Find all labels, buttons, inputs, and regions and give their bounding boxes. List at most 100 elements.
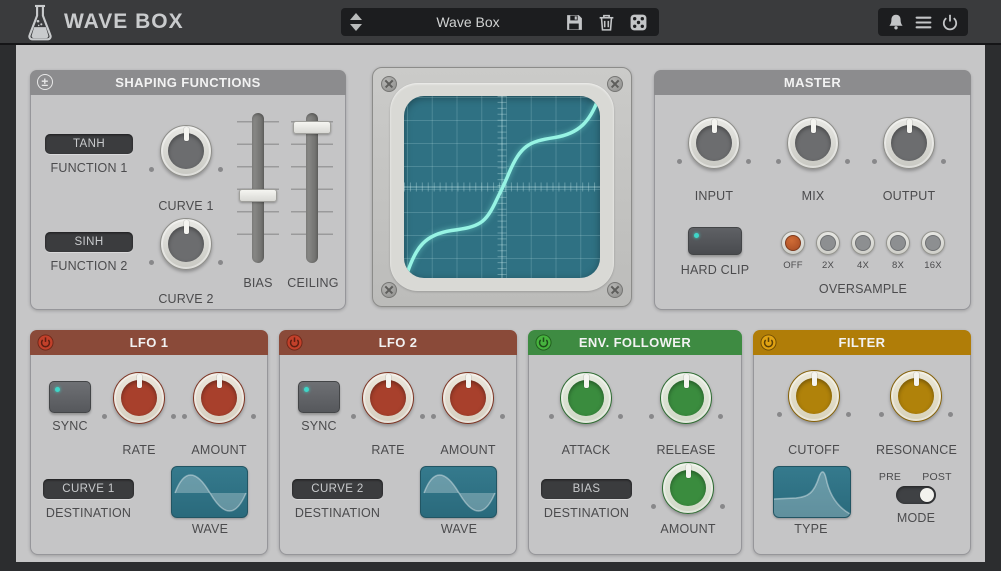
filter-type-display[interactable]	[773, 466, 851, 518]
env-amount-knob[interactable]	[662, 462, 714, 514]
oversample-2x-radio[interactable]	[816, 231, 840, 255]
resonance-knob[interactable]	[890, 370, 942, 422]
curve2-knob[interactable]	[160, 218, 212, 270]
oversample-16x-radio[interactable]	[921, 231, 945, 255]
lfo1-wave-label: WAVE	[170, 522, 250, 536]
output-knob[interactable]	[883, 117, 935, 169]
master-header: MASTER	[654, 70, 971, 95]
preset-name[interactable]: Wave Box	[371, 14, 565, 30]
lfo2-amount-label: AMOUNT	[428, 443, 508, 457]
lfo2-panel: LFO 2 SYNC RATE AMOUNT CURVE 2 DESTINATI…	[279, 330, 517, 555]
lfo1-power-icon[interactable]	[37, 334, 54, 351]
ceiling-slider-handle[interactable]	[293, 121, 331, 134]
screw-icon	[381, 76, 397, 92]
lfo2-amount-knob[interactable]	[442, 372, 494, 424]
save-icon[interactable]	[565, 13, 584, 32]
attack-label: ATTACK	[546, 443, 626, 457]
attack-knob[interactable]	[560, 372, 612, 424]
lfo1-sync-label: SYNC	[39, 419, 101, 433]
lfo1-rate-knob[interactable]	[113, 372, 165, 424]
lfo1-header: LFO 1	[30, 330, 268, 355]
ceiling-slider[interactable]	[290, 113, 334, 263]
filter-mode-toggle-knob[interactable]	[920, 488, 934, 502]
oversample-16x-label: 16X	[916, 260, 950, 271]
lfo1-rate-label: RATE	[99, 443, 179, 457]
lfo2-sync-button[interactable]	[298, 381, 340, 413]
lfo1-destination-button[interactable]: CURVE 1	[43, 479, 134, 499]
scope-bezel	[390, 83, 614, 291]
env-follower-power-icon[interactable]	[535, 334, 552, 351]
screw-icon	[607, 76, 623, 92]
release-label: RELEASE	[646, 443, 726, 457]
lfo2-wave-label: WAVE	[419, 522, 499, 536]
curve1-knob[interactable]	[160, 125, 212, 177]
oversample-label: OVERSAMPLE	[793, 282, 933, 296]
master-panel: MASTER INPUT MIX OUTPUT HARD CLIP	[654, 70, 971, 310]
lfo2-header: LFO 2	[279, 330, 517, 355]
trash-icon[interactable]	[597, 13, 616, 32]
app-title: WAVE BOX	[64, 0, 184, 43]
lfo1-sync-button[interactable]	[49, 381, 91, 413]
lfo2-destination-button[interactable]: CURVE 2	[292, 479, 383, 499]
function2-label: FUNCTION 2	[45, 259, 133, 273]
main-area: ± SHAPING FUNCTIONS TANH FUNCTION 1 CURV…	[16, 45, 985, 562]
lfo2-rate-knob[interactable]	[362, 372, 414, 424]
preset-spinner[interactable]	[341, 13, 371, 31]
filter-type-label: TYPE	[771, 522, 851, 536]
oversample-8x-radio[interactable]	[886, 231, 910, 255]
release-knob[interactable]	[660, 372, 712, 424]
bias-slider[interactable]	[236, 113, 280, 263]
lfo1-amount-knob[interactable]	[193, 372, 245, 424]
filter-power-icon[interactable]	[760, 334, 777, 351]
preset-next-icon[interactable]	[350, 24, 362, 31]
mix-knob[interactable]	[787, 117, 839, 169]
ceiling-label: CEILING	[278, 276, 348, 290]
bipolar-icon: ±	[37, 74, 53, 90]
oversample-4x-label: 4X	[846, 260, 880, 271]
input-label: INPUT	[674, 189, 754, 203]
cutoff-label: CUTOFF	[774, 443, 854, 457]
shaping-functions-header: ± SHAPING FUNCTIONS	[30, 70, 346, 95]
screw-icon	[607, 282, 623, 298]
function1-select-button[interactable]: TANH	[45, 134, 133, 154]
power-icon[interactable]	[941, 13, 959, 31]
lfo2-sync-led	[304, 387, 309, 392]
screw-icon	[381, 282, 397, 298]
mix-label: MIX	[773, 189, 853, 203]
notifications-bell-icon[interactable]	[887, 13, 905, 31]
preset-bar: Wave Box	[341, 8, 659, 36]
function2-select-button[interactable]: SINH	[45, 232, 133, 252]
curve2-label: CURVE 2	[146, 292, 226, 306]
plugin-window: WAVE BOX Wave Box	[0, 0, 1001, 571]
bias-slider-handle[interactable]	[239, 189, 277, 202]
mode-post-label: POST	[917, 471, 957, 483]
filter-header: FILTER	[753, 330, 971, 355]
lfo2-power-icon[interactable]	[286, 334, 303, 351]
env-destination-button[interactable]: BIAS	[541, 479, 632, 499]
menu-icon[interactable]	[914, 13, 933, 32]
dice-icon[interactable]	[629, 13, 648, 32]
transfer-curve	[404, 96, 600, 278]
lfo1-wave-display[interactable]	[171, 466, 248, 518]
filter-mode-toggle[interactable]	[896, 486, 936, 504]
preset-prev-icon[interactable]	[350, 13, 362, 20]
oversample-off-radio[interactable]	[781, 231, 805, 255]
lfo1-amount-label: AMOUNT	[179, 443, 259, 457]
lfo2-sync-label: SYNC	[288, 419, 350, 433]
lfo2-wave-display[interactable]	[420, 466, 497, 518]
input-knob[interactable]	[688, 117, 740, 169]
lfo1-sync-led	[55, 387, 60, 392]
lfo2-destination-label: DESTINATION	[284, 506, 391, 520]
scope-screen	[404, 96, 600, 278]
env-destination-label: DESTINATION	[533, 506, 640, 520]
oversample-8x-label: 8X	[881, 260, 915, 271]
filter-panel: FILTER CUTOFF RESONANCE TYPE PRE POST	[753, 330, 971, 555]
hard-clip-button[interactable]	[688, 227, 742, 255]
lfo1-panel: LFO 1 SYNC RATE AMOUNT CURVE 1 DESTINATI…	[30, 330, 268, 555]
env-follower-panel: ENV. FOLLOWER ATTACK RELEASE BIAS DESTIN…	[528, 330, 742, 555]
lfo2-rate-label: RATE	[348, 443, 428, 457]
oversample-4x-radio[interactable]	[851, 231, 875, 255]
lfo1-destination-label: DESTINATION	[35, 506, 142, 520]
curve1-label: CURVE 1	[146, 199, 226, 213]
cutoff-knob[interactable]	[788, 370, 840, 422]
